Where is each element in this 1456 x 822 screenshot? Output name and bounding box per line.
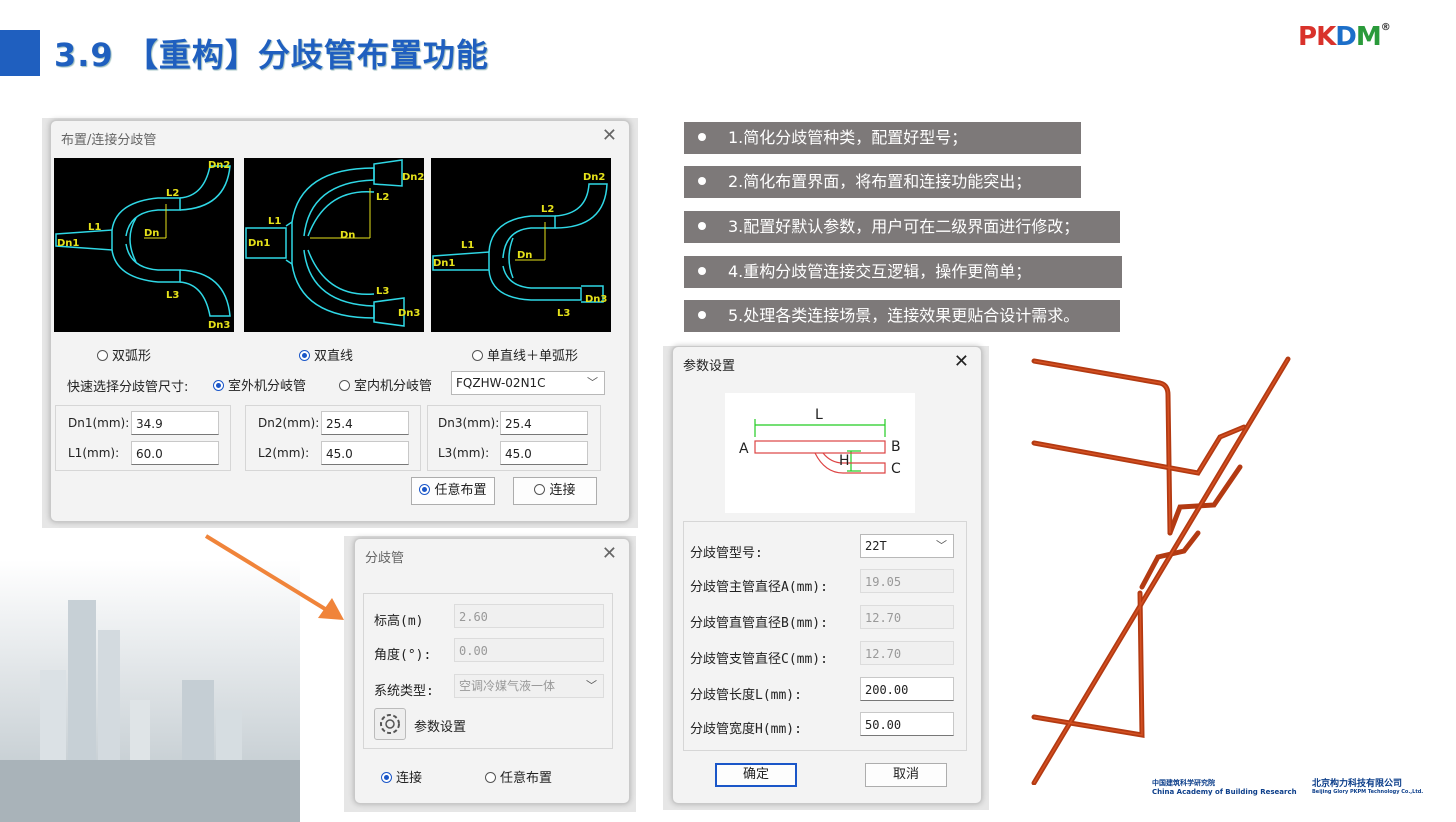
- label-l2-3: L2: [541, 204, 554, 215]
- radio-button-icon: [339, 380, 350, 391]
- layout-dialog-title: 布置/连接分歧管: [61, 133, 157, 148]
- bullet-item: 1.简化分歧管种类，配置好型号；: [684, 122, 1081, 154]
- param-dialog: 参数设置 ✕ L A B C H 分歧管型号: 22T ﹀ 分歧管主管直径A(mm…: [672, 346, 982, 804]
- dn2-input[interactable]: 25.4: [321, 411, 409, 435]
- radio-button-selected-icon: [419, 484, 431, 495]
- label-dn2-3: Dn2: [583, 172, 605, 183]
- label-dn3-3: Dn3: [585, 294, 607, 305]
- double-arc-diagram: Dn1 Dn2 Dn3 Dn L1 L2 L3: [54, 158, 234, 332]
- radio-button-selected-icon: [381, 772, 392, 783]
- label-l1-3: L1: [461, 240, 474, 251]
- label-dn: Dn: [144, 228, 159, 239]
- radio-free-layout[interactable]: 任意布置: [485, 767, 552, 786]
- dn3-input[interactable]: 25.4: [500, 411, 588, 435]
- label-b: B: [891, 439, 901, 455]
- radio-connect[interactable]: 连接: [381, 767, 422, 786]
- l2-input[interactable]: 45.0: [321, 441, 409, 465]
- pkpm-logo: PKDM®: [1298, 22, 1391, 52]
- label-l2-2: L2: [376, 192, 389, 203]
- param-settings-button[interactable]: 参数设置: [414, 716, 466, 735]
- branch-props-group: 标高(m) 2.60 角度(°): 0.00 系统类型: 空调冷媒气液一体 ﹀ 参…: [363, 593, 613, 749]
- system-type-select[interactable]: 空调冷媒气液一体 ﹀: [454, 674, 604, 698]
- radio-button-icon: [97, 350, 108, 361]
- label-dn2-2: Dn2: [402, 172, 424, 183]
- diameter-b-input[interactable]: 12.70: [860, 605, 954, 629]
- label-dn1: Dn1: [57, 238, 79, 249]
- close-icon[interactable]: ✕: [602, 125, 617, 146]
- label-dn3-2: Dn3: [398, 308, 420, 319]
- cabr-logo: 中国建筑科学研究院 China Academy of Building Resea…: [1152, 779, 1297, 796]
- radio-straight-arc[interactable]: 单直线＋单弧形: [472, 345, 578, 364]
- width-input[interactable]: 50.00: [860, 712, 954, 736]
- quick-size-label: 快速选择分歧管尺寸:: [67, 380, 189, 395]
- diameter-c-input[interactable]: 12.70: [860, 641, 954, 665]
- length-input[interactable]: 200.00: [860, 677, 954, 701]
- radio-button-icon: [485, 772, 496, 783]
- ok-button[interactable]: 确定: [715, 763, 797, 787]
- branch-pipe-diagram: L A B C H: [725, 393, 915, 513]
- glory-logo: 北京构力科技有限公司 Beijing Glory PKPM Technology …: [1312, 779, 1424, 795]
- label-c: C: [891, 461, 901, 477]
- label-l2: L2: [166, 188, 179, 199]
- pipe-3d-render: [1031, 356, 1291, 785]
- label-dn1-3: Dn1: [433, 258, 455, 269]
- elevation-input[interactable]: 2.60: [454, 604, 604, 628]
- bullet-item: 4.重构分歧管连接交互逻辑，操作更简单；: [684, 256, 1122, 288]
- l3-input[interactable]: 45.0: [500, 441, 588, 465]
- dn1-input[interactable]: 34.9: [131, 411, 219, 435]
- double-straight-diagram: Dn1 Dn2 Dn3 Dn L1 L2 L3: [244, 158, 424, 332]
- layout-dialog: 布置/连接分歧管 ✕ Dn1 Dn2 Dn3 Dn L1 L2 L3 Dn1 D…: [50, 120, 630, 522]
- param-dialog-title: 参数设置: [683, 359, 736, 374]
- label-h: H: [839, 453, 850, 469]
- label-l3-3: L3: [557, 308, 570, 319]
- diameter-a-input[interactable]: 19.05: [860, 569, 954, 593]
- label-l3-2: L3: [376, 286, 389, 297]
- group-dn1: Dn1(mm): 34.9 L1(mm): 60.0: [55, 405, 231, 471]
- label-dn-3: Dn: [517, 250, 532, 261]
- label-dn2: Dn2: [208, 160, 230, 171]
- title-accent-bar: [0, 30, 40, 76]
- branch-dialog: 分歧管 ✕ 标高(m) 2.60 角度(°): 0.00 系统类型: 空调冷媒气…: [354, 538, 630, 804]
- branch-model-select[interactable]: 22T ﹀: [860, 534, 954, 558]
- free-layout-toggle[interactable]: 任意布置: [411, 477, 495, 505]
- label-l: L: [815, 407, 823, 423]
- chevron-down-icon: ﹀: [587, 376, 598, 389]
- l1-input[interactable]: 60.0: [131, 441, 219, 465]
- connect-toggle[interactable]: 连接: [513, 477, 597, 505]
- bullet-item: 2.简化布置界面，将布置和连接功能突出；: [684, 166, 1081, 198]
- chevron-down-icon: ﹀: [586, 679, 597, 692]
- label-l1-2: L1: [268, 216, 281, 227]
- slide-title: 3.9 【重构】分歧管布置功能: [54, 36, 489, 74]
- label-l1: L1: [88, 222, 101, 233]
- angle-input[interactable]: 0.00: [454, 638, 604, 662]
- radio-button-selected-icon: [213, 380, 224, 391]
- label-a: A: [739, 441, 749, 457]
- chevron-down-icon: ﹀: [936, 539, 947, 552]
- bullet-item: 3.配置好默认参数，用户可在二级界面进行修改；: [684, 211, 1120, 243]
- radio-outdoor-branch[interactable]: 室外机分岐管: [213, 375, 306, 394]
- close-icon[interactable]: ✕: [602, 543, 617, 564]
- model-select[interactable]: FQZHW-02N1C ﹀: [451, 371, 605, 395]
- straight-arc-diagram: Dn1 Dn2 Dn3 Dn L1 L2 L3: [431, 158, 611, 332]
- close-icon[interactable]: ✕: [954, 351, 969, 372]
- param-fields-group: 分歧管型号: 22T ﹀ 分歧管主管直径A(mm): 19.05 分歧管直管直径B…: [683, 521, 967, 751]
- label-l3: L3: [166, 290, 179, 301]
- radio-button-icon: [534, 484, 546, 495]
- label-dn3: Dn3: [208, 320, 230, 331]
- radio-double-arc[interactable]: 双弧形: [97, 345, 151, 364]
- branch-dialog-title: 分歧管: [365, 551, 405, 566]
- cancel-button[interactable]: 取消: [865, 763, 947, 787]
- group-dn3: Dn3(mm): 25.4 L3(mm): 45.0: [427, 405, 601, 471]
- radio-double-straight[interactable]: 双直线: [299, 345, 353, 364]
- group-dn2: Dn2(mm): 25.4 L2(mm): 45.0: [245, 405, 421, 471]
- label-dn1-2: Dn1: [248, 238, 270, 249]
- radio-indoor-branch[interactable]: 室内机分岐管: [339, 375, 432, 394]
- bullet-item: 5.处理各类连接场景，连接效果更贴合设计需求。: [684, 300, 1120, 332]
- radio-button-selected-icon: [299, 350, 310, 361]
- label-dn-2: Dn: [340, 230, 355, 241]
- radio-button-icon: [472, 350, 483, 361]
- orange-arrow-icon: [204, 534, 344, 620]
- gear-icon[interactable]: [374, 708, 406, 740]
